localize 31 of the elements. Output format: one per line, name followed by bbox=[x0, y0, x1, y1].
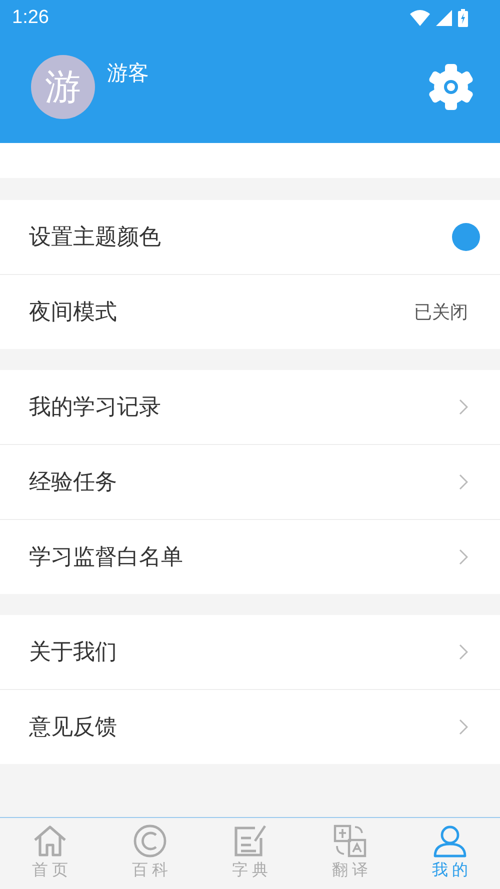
menu-label: 意见反馈 bbox=[29, 714, 117, 742]
chevron-icon bbox=[459, 644, 468, 660]
menu-item[interactable]: 经验任务 bbox=[0, 445, 500, 520]
menu-label: 设置主题颜色 bbox=[29, 224, 161, 252]
chevron-icon bbox=[459, 474, 468, 490]
wifi-icon bbox=[410, 10, 430, 26]
menu-item[interactable]: 学习监督白名单 bbox=[0, 520, 500, 594]
copyright-icon bbox=[133, 824, 167, 858]
translate-icon bbox=[333, 824, 367, 858]
chevron-icon bbox=[459, 549, 468, 565]
battery-icon bbox=[458, 8, 468, 26]
menu-item[interactable]: 我的学习记录 bbox=[0, 370, 500, 445]
home-icon bbox=[32, 824, 68, 858]
menu-item[interactable]: 设置主题颜色 bbox=[0, 200, 500, 275]
menu-label: 经验任务 bbox=[29, 469, 117, 497]
chevron-icon bbox=[459, 399, 468, 415]
person-icon bbox=[433, 824, 467, 858]
settings-icon[interactable] bbox=[426, 62, 476, 112]
signal-icon bbox=[436, 10, 452, 26]
status-text: 已关闭 bbox=[414, 301, 468, 324]
chevron-icon bbox=[459, 719, 468, 735]
user-name: 游客 bbox=[107, 60, 150, 87]
menu-label: 学习监督白名单 bbox=[29, 544, 183, 572]
menu-label: 关于我们 bbox=[29, 639, 117, 667]
edit-icon bbox=[233, 824, 267, 858]
menu-label: 我的学习记录 bbox=[29, 394, 161, 422]
menu-item[interactable]: 关于我们 bbox=[0, 615, 500, 690]
menu-item[interactable]: 夜间模式 已关闭 bbox=[0, 275, 500, 349]
status-time: 1:26 bbox=[12, 6, 49, 28]
menu-label: 夜间模式 bbox=[29, 299, 117, 327]
menu-item[interactable]: 意见反馈 bbox=[0, 690, 500, 764]
